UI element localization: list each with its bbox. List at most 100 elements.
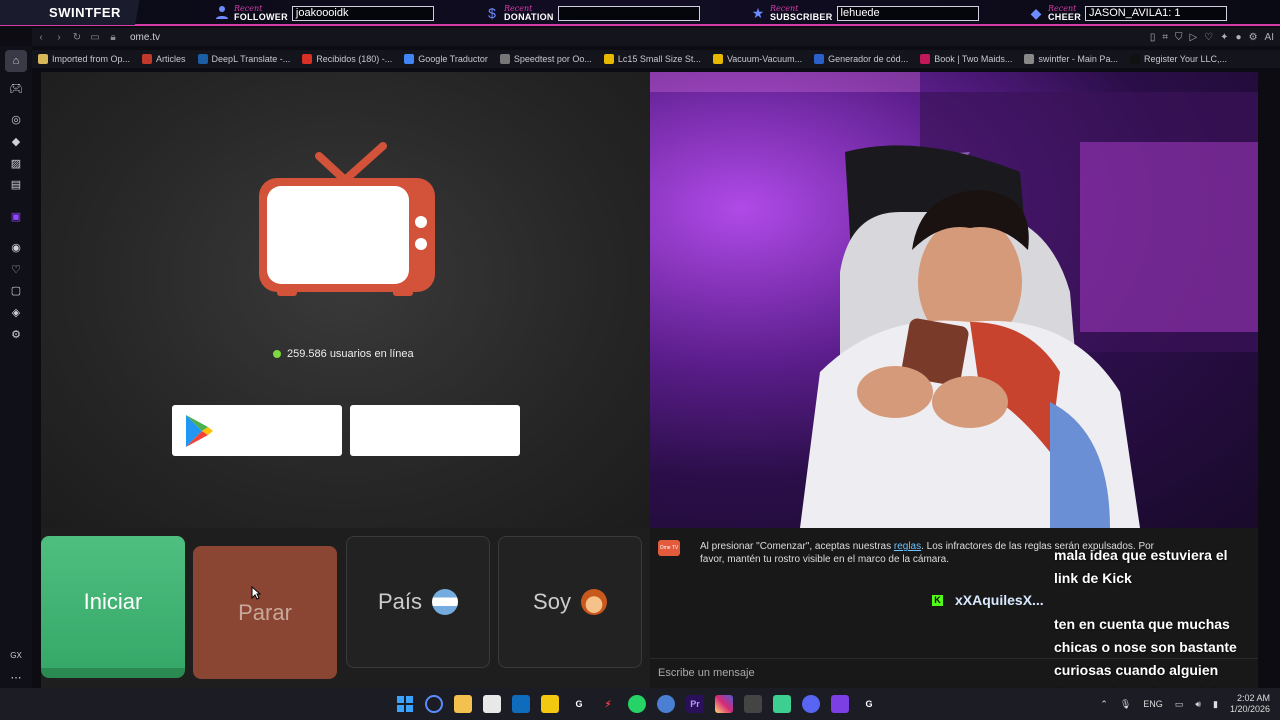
opera-gx-icon[interactable]: G bbox=[860, 695, 878, 713]
kick-chat-user: K xXAquilesX... bbox=[932, 592, 1044, 608]
network-icon[interactable]: ▭ bbox=[1175, 699, 1184, 710]
back-icon[interactable]: ‹ bbox=[32, 32, 50, 43]
notes-icon[interactable] bbox=[831, 695, 849, 713]
home-icon[interactable]: ⌂ bbox=[5, 50, 27, 72]
volume-icon[interactable]: 🔊︎ bbox=[1195, 699, 1201, 710]
store-icon[interactable] bbox=[483, 695, 501, 713]
lock-icon: 🔒︎ bbox=[110, 31, 116, 43]
mouse-cursor-icon bbox=[251, 586, 261, 600]
bookmark-item[interactable]: Book | Two Maids... bbox=[920, 54, 1012, 64]
gx-corner-icon[interactable]: ◎ bbox=[5, 109, 27, 131]
screenshot-icon[interactable]: ▭ bbox=[86, 32, 104, 43]
diamond-icon[interactable]: ◆ bbox=[5, 131, 27, 153]
play-icon[interactable]: ▷ bbox=[1189, 32, 1197, 43]
heart-icon[interactable]: ♡ bbox=[5, 259, 27, 281]
chevron-up-icon[interactable]: ⌃ bbox=[1100, 699, 1108, 710]
bookmark-label: Speedtest por Oo... bbox=[513, 54, 592, 64]
ai-button[interactable]: AI bbox=[1265, 32, 1274, 43]
country-label: País bbox=[377, 589, 423, 614]
taskbar: G ⚡︎ Pr G ⌃ 🎙︎ ENG ▭ 🔊︎ ▮ 2:02 AM 1/20/2… bbox=[0, 688, 1280, 720]
clock-date: 1/20/2026 bbox=[1229, 704, 1270, 714]
cube-icon[interactable]: ◈ bbox=[5, 302, 27, 324]
bookmark-item[interactable]: DeepL Translate -... bbox=[197, 54, 290, 64]
bookmark-item[interactable]: Recibidos (180) -... bbox=[302, 54, 392, 64]
settings-icon[interactable]: ⚙︎ bbox=[1249, 32, 1258, 43]
bookmark-favicon-icon bbox=[404, 54, 415, 64]
app-store-button[interactable] bbox=[350, 405, 520, 456]
stream-chat-line: curiosas cuando alguien bbox=[1054, 662, 1219, 678]
battery-icon[interactable]: ▮ bbox=[1213, 699, 1218, 710]
forward-icon[interactable]: › bbox=[50, 32, 68, 43]
kick-app-icon[interactable]: G bbox=[570, 695, 588, 713]
bookmark-item[interactable]: Generador de cód... bbox=[814, 54, 908, 64]
shield-icon[interactable]: ⛉ bbox=[1175, 32, 1183, 43]
bookmark-item[interactable]: Vacuum-Vacuum... bbox=[712, 54, 802, 64]
recent-donation: $ Recent DONATION bbox=[484, 3, 700, 23]
whatsapp-icon[interactable] bbox=[628, 695, 646, 713]
taskbar-apps: G ⚡︎ Pr G bbox=[396, 695, 878, 713]
bookmark-label: Generador de cód... bbox=[828, 54, 909, 64]
vpn-icon[interactable] bbox=[657, 695, 675, 713]
discord-icon[interactable] bbox=[802, 695, 820, 713]
file-explorer-icon[interactable] bbox=[454, 695, 472, 713]
twitch-icon[interactable]: ▣ bbox=[5, 205, 27, 227]
country-button[interactable]: País bbox=[346, 536, 490, 668]
extension-icon[interactable]: ✦ bbox=[1220, 32, 1228, 43]
star-icon: ★ bbox=[751, 5, 765, 21]
clock[interactable]: 2:02 AM 1/20/2026 bbox=[1230, 693, 1270, 715]
obs-icon[interactable] bbox=[773, 695, 791, 713]
me-label: Soy bbox=[533, 589, 571, 614]
microphone-icon[interactable]: 🎙︎ bbox=[1120, 699, 1131, 710]
gx-label[interactable]: GX bbox=[5, 645, 27, 667]
bookmark-item[interactable]: Imported from Op... bbox=[38, 54, 130, 64]
outlook-icon[interactable] bbox=[512, 695, 530, 713]
bookmark-favicon-icon bbox=[814, 54, 825, 64]
crop-icon[interactable]: ⌗ bbox=[1162, 32, 1168, 43]
mixer-icon[interactable] bbox=[744, 695, 762, 713]
reload-icon[interactable]: ↻ bbox=[68, 32, 86, 43]
inbox-icon[interactable]: ▤ bbox=[5, 174, 27, 196]
recent-cheer: ◆ Recent CHEER JASON_AVILA1: 1 bbox=[1028, 3, 1228, 23]
gamepad-icon[interactable]: 🎮︎ bbox=[5, 78, 27, 100]
donation-value bbox=[557, 5, 700, 21]
language-indicator[interactable]: ENG bbox=[1143, 699, 1163, 709]
clock-time: 2:02 AM bbox=[1236, 693, 1270, 703]
bookmark-item[interactable]: Register Your LLC,... bbox=[1129, 54, 1227, 64]
windows-start-icon[interactable] bbox=[396, 695, 414, 713]
start-button[interactable]: Iniciar bbox=[41, 536, 185, 678]
settings-icon[interactable]: ⚙︎ bbox=[5, 323, 27, 345]
stream-chat-messages: mala idea que estuviera el link de Kick te… bbox=[1054, 544, 1254, 705]
history-icon[interactable]: ▢ bbox=[5, 280, 27, 302]
search-icon[interactable] bbox=[425, 695, 443, 713]
bookmark-item[interactable]: Articles bbox=[142, 54, 186, 64]
rules-link[interactable]: reglas bbox=[894, 541, 921, 552]
bookmark-item[interactable]: Google Traductor bbox=[404, 54, 488, 64]
bookmark-item[interactable]: swintfer - Main Pa... bbox=[1024, 54, 1118, 64]
heart-icon[interactable]: ♡ bbox=[1204, 32, 1213, 43]
argentina-flag-icon bbox=[432, 589, 459, 615]
bookmark-item[interactable]: Speedtest por Oo... bbox=[499, 54, 592, 64]
user-icon bbox=[214, 5, 230, 21]
online-text: 259.586 usuarios en línea bbox=[287, 348, 414, 360]
profile-icon[interactable]: ● bbox=[1236, 32, 1242, 43]
google-play-button[interactable] bbox=[172, 405, 342, 456]
kick-icon: K bbox=[932, 594, 943, 606]
kick-username: xXAquilesX... bbox=[955, 592, 1044, 608]
gender-button[interactable]: Soy bbox=[498, 536, 642, 668]
player-icon[interactable]: ◉ bbox=[5, 237, 27, 259]
bookmark-icon[interactable]: ▯ bbox=[1150, 32, 1156, 43]
bookmark-item[interactable]: Lc15 Small Size St... bbox=[603, 54, 701, 64]
instagram-icon[interactable] bbox=[715, 695, 733, 713]
bookmark-favicon-icon bbox=[38, 54, 48, 64]
more-icon[interactable]: ⋯ bbox=[5, 667, 27, 689]
bookmark-favicon-icon bbox=[1024, 54, 1035, 64]
image-icon[interactable]: ▨ bbox=[5, 152, 27, 174]
url-field[interactable]: ome.tv bbox=[130, 32, 160, 43]
bookmarks-bar: Imported from Op... Articles DeepL Transla… bbox=[32, 50, 1280, 68]
bookmark-favicon-icon bbox=[302, 54, 313, 64]
bookmark-label: swintfer - Main Pa... bbox=[1038, 54, 1118, 64]
stop-button[interactable]: Parar bbox=[193, 546, 337, 679]
premiere-icon[interactable]: Pr bbox=[686, 695, 704, 713]
powerbi-icon[interactable] bbox=[541, 695, 559, 713]
bolt-icon[interactable]: ⚡︎ bbox=[599, 695, 617, 713]
